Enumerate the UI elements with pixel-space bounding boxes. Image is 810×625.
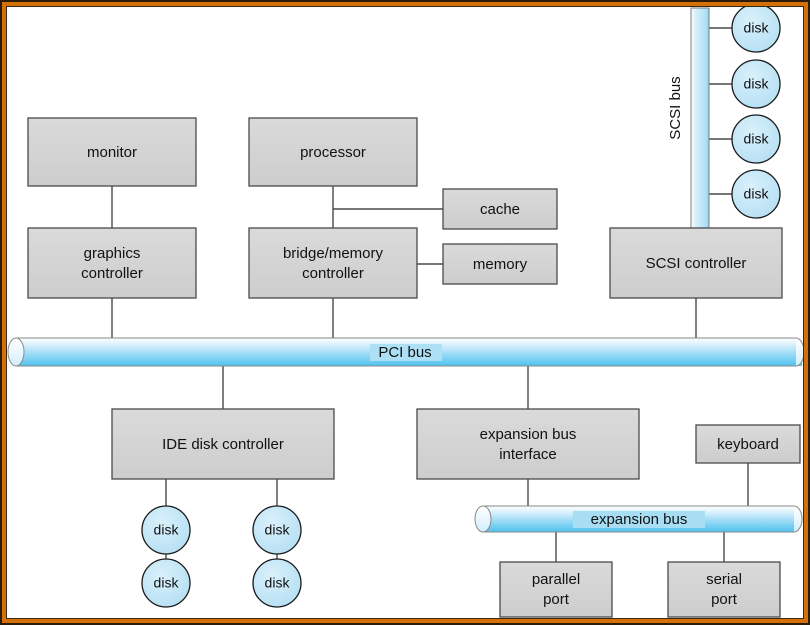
diagram-frame: SCSI bus PCI bus expansion bus disk disk… — [0, 0, 810, 625]
node-label-memory: memory — [473, 256, 528, 273]
node-label-parallel-line2: port — [543, 591, 570, 608]
node-label-processor: processor — [300, 144, 366, 161]
node-label-parallel-line1: parallel — [532, 571, 580, 588]
disk-label: disk — [154, 575, 180, 591]
node-serial-port[interactable]: serial port — [667, 561, 781, 618]
scsi-bus-label: SCSI bus — [667, 76, 684, 139]
node-processor[interactable]: processor — [248, 117, 418, 187]
expansion-bus-label: expansion bus — [591, 511, 688, 528]
disk-node-ide-4[interactable]: disk — [252, 558, 302, 608]
scsi-bus — [690, 7, 710, 231]
disk-label: disk — [744, 20, 770, 36]
node-label-graphics-line1: graphics — [84, 245, 141, 262]
disk-node-ide-2[interactable]: disk — [141, 558, 191, 608]
disk-node-ide-3[interactable]: disk — [252, 505, 302, 555]
disk-node-scsi-4[interactable]: disk — [731, 169, 781, 219]
pc-bus-structure-diagram: SCSI bus PCI bus expansion bus disk disk… — [7, 3, 805, 618]
node-label-bridge-line1: bridge/memory — [283, 245, 384, 262]
disk-label: disk — [154, 522, 180, 538]
disk-label: disk — [744, 131, 770, 147]
node-keyboard[interactable]: keyboard — [695, 424, 801, 464]
node-monitor[interactable]: monitor — [27, 117, 197, 187]
pci-bus-label: PCI bus — [378, 344, 431, 361]
disk-node-scsi-3[interactable]: disk — [731, 114, 781, 164]
node-label-expansion-iface-line1: expansion bus — [480, 426, 577, 443]
node-label-serial-line1: serial — [706, 571, 742, 588]
node-label-cache: cache — [480, 201, 520, 218]
disk-label: disk — [265, 522, 291, 538]
node-label-bridge-line2: controller — [302, 265, 364, 282]
node-memory[interactable]: memory — [442, 243, 558, 285]
node-scsi-controller[interactable]: SCSI controller — [609, 227, 783, 299]
node-label-graphics-line2: controller — [81, 265, 143, 282]
node-label-ide-controller: IDE disk controller — [162, 436, 284, 453]
node-label-scsi-controller: SCSI controller — [646, 255, 747, 272]
node-label-monitor: monitor — [87, 144, 137, 161]
component-boxes: monitor graphics controller processor ca… — [27, 117, 801, 618]
node-parallel-port[interactable]: parallel port — [499, 561, 613, 618]
node-label-serial-line2: port — [711, 591, 738, 608]
disk-label: disk — [744, 76, 770, 92]
disk-node-scsi-2[interactable]: disk — [731, 59, 781, 109]
node-cache[interactable]: cache — [442, 188, 558, 230]
node-label-keyboard: keyboard — [717, 436, 779, 453]
node-graphics-controller[interactable]: graphics controller — [27, 227, 197, 299]
node-bridge-memory-controller[interactable]: bridge/memory controller — [248, 227, 418, 299]
node-ide-disk-controller[interactable]: IDE disk controller — [111, 408, 335, 480]
disk-node-ide-1[interactable]: disk — [141, 505, 191, 555]
node-expansion-bus-interface[interactable]: expansion bus interface — [416, 408, 640, 480]
disk-label: disk — [265, 575, 291, 591]
node-label-expansion-iface-line2: interface — [499, 446, 557, 463]
disk-label: disk — [744, 186, 770, 202]
disk-node-scsi-1[interactable]: disk — [731, 3, 781, 53]
